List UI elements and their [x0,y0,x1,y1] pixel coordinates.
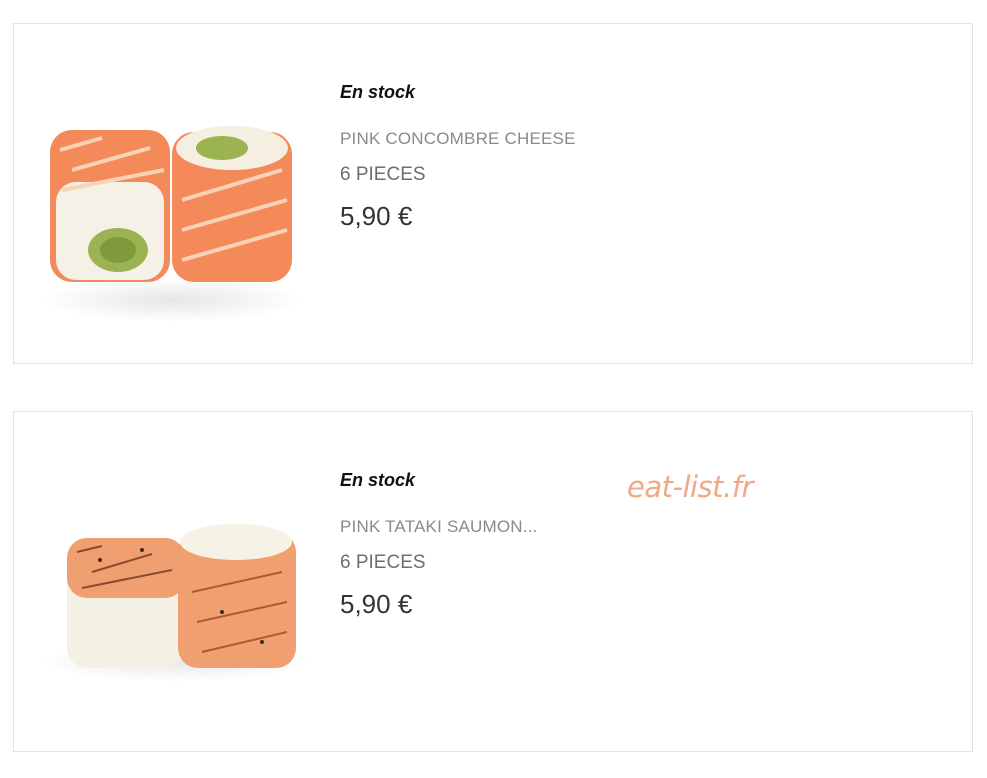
product-price: 5,90 € [340,589,413,619]
stock-status: En stock [340,470,416,490]
product-image-pink-tataki-saumon[interactable] [32,502,310,742]
product-name[interactable]: PINK CONCOMBRE CHEESE [340,129,576,149]
product-pieces: 6 PIECES [340,164,426,185]
product-card[interactable]: En stock PINK TATAKI SAUMON... 6 PIECES … [13,411,973,752]
sushi-roll-tataki-salmon-image [42,524,310,682]
watermark-text: eat-list.fr [627,470,753,504]
product-image-pink-concombre-cheese[interactable] [32,90,310,330]
stock-status: En stock [340,82,416,102]
product-name[interactable]: PINK TATAKI SAUMON... [340,517,538,537]
product-info: En stock PINK TATAKI SAUMON... 6 PIECES … [340,469,538,619]
product-info: En stock PINK CONCOMBRE CHEESE 6 PIECES … [340,81,576,231]
product-card[interactable]: En stock PINK CONCOMBRE CHEESE 6 PIECES … [13,23,973,364]
product-price: 5,90 € [340,201,413,231]
sushi-roll-salmon-cucumber-image [42,126,302,322]
product-pieces: 6 PIECES [340,552,426,573]
